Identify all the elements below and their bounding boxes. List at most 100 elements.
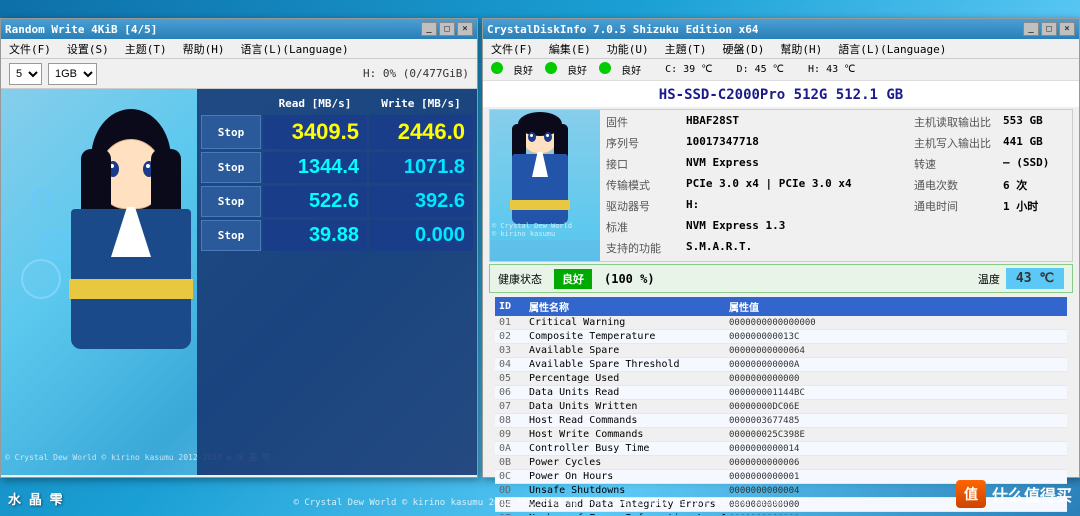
- smart-id-1: 02: [495, 330, 525, 344]
- cdm-read-1: 3409.5: [263, 115, 367, 149]
- cdi-close-btn[interactable]: ×: [1059, 22, 1075, 36]
- cdi-menubar: 文件(F) 編集(E) 功能(U) 主題(T) 硬盤(D) 幫助(H) 語言(L…: [483, 39, 1079, 59]
- cdm-header-row: Read [MB/s] Write [MB/s]: [201, 95, 473, 112]
- cdm-menu-file[interactable]: 文件(F): [5, 39, 55, 59]
- smart-id-10: 0B: [495, 456, 525, 470]
- cdi-copyright: © Crystal Dew World© kirino kasumu: [492, 222, 572, 238]
- health-indicators-row: 良好 良好 良好 C: 39 ℃ D: 45 ℃ H: 43 ℃: [483, 59, 1079, 81]
- cdi-window: CrystalDiskInfo 7.0.5 Shizuku Edition x6…: [482, 18, 1080, 478]
- cdi-menu-theme[interactable]: 主題(T): [661, 39, 711, 59]
- smart-id-11: 0C: [495, 470, 525, 484]
- smart-row-4: 05 Percentage Used 0000000000000: [495, 372, 1067, 386]
- drive-title: HS-SSD-C2000Pro 512G 512.1 GB: [483, 81, 1079, 107]
- minimize-button[interactable]: _: [421, 22, 437, 36]
- smart-name-0: Critical Warning: [525, 316, 725, 330]
- smart-row-14: 0F Number of Error Information Log Entri…: [495, 512, 1067, 516]
- health-status-bar: 健康状态 良好 (100 %) 温度 43 ℃: [489, 264, 1073, 293]
- spec-row-serial: 序列号 10017347718 主机写入输出比 441 GB: [600, 133, 1072, 154]
- cdm-window: Random Write 4KiB [4/5] _ □ × 文件(F) 设置(S…: [0, 18, 478, 478]
- cdm-stop-btn-3[interactable]: Stop: [201, 186, 261, 217]
- smart-row-5: 06 Data Units Read 000000001144BC: [495, 386, 1067, 400]
- cdm-write-1: 2446.0: [369, 115, 473, 149]
- drive-label-d: D:: [737, 64, 755, 75]
- smart-id-8: 09: [495, 428, 525, 442]
- smart-value-3: 000000000000A: [725, 358, 1067, 372]
- smart-value-1: 000000000013C: [725, 330, 1067, 344]
- smart-id-9: 0A: [495, 442, 525, 456]
- cdi-menu-file[interactable]: 文件(F): [487, 39, 537, 59]
- smart-col-id: ID: [495, 297, 525, 316]
- cdm-body: © Crystal Dew World © kirino kasumu 2012…: [1, 89, 477, 475]
- cdi-maximize-btn[interactable]: □: [1041, 22, 1057, 36]
- spec-label-drive: 驱动器号: [600, 196, 680, 217]
- cdm-stop-btn-4[interactable]: Stop: [201, 220, 261, 251]
- smart-name-14: Number of Error Information Log Entries: [525, 512, 725, 516]
- health-good-2: 良好: [545, 62, 587, 77]
- cdi-menu-func[interactable]: 功能(U): [603, 39, 653, 59]
- size-select[interactable]: 1GB: [48, 63, 97, 85]
- cdi-menu-help[interactable]: 幫助(H): [776, 39, 826, 59]
- spec-row-interface: 接口 NVM Express 转速 — (SSD): [600, 154, 1072, 175]
- cdm-menu-settings[interactable]: 设置(S): [63, 39, 113, 59]
- smart-row-1: 02 Composite Temperature 000000000013C: [495, 330, 1067, 344]
- smart-row-7: 08 Host Read Commands 0000003677485: [495, 414, 1067, 428]
- temp-c: 39 ℃: [683, 64, 712, 75]
- spec-label-powertime: 通电时间: [908, 196, 997, 217]
- smart-id-3: 04: [495, 358, 525, 372]
- titlebar-buttons: _ □ ×: [421, 22, 473, 36]
- spec-label-features: 支持的功能: [600, 238, 680, 259]
- spec-row-firmware: 固件 HBAF28ST 主机读取输出比 553 GB: [600, 112, 1072, 133]
- spec-row-drive: 驱动器号 H: 通电时间 1 小时: [600, 196, 1072, 217]
- smart-row-3: 04 Available Spare Threshold 00000000000…: [495, 358, 1067, 372]
- close-button[interactable]: ×: [457, 22, 473, 36]
- smart-name-1: Composite Temperature: [525, 330, 725, 344]
- smart-id-2: 03: [495, 344, 525, 358]
- cdm-stop-btn-1[interactable]: Stop: [201, 115, 261, 149]
- cdm-menu-theme[interactable]: 主题(T): [121, 39, 171, 59]
- drive-label-h: H:: [808, 64, 826, 75]
- cdi-menu-edit[interactable]: 編集(E): [545, 39, 595, 59]
- smbuy-badge: 值: [956, 480, 986, 508]
- smart-row-2: 03 Available Spare 00000000000064: [495, 344, 1067, 358]
- cdm-stop-btn-2[interactable]: Stop: [201, 152, 261, 183]
- cdm-read-3: 522.6: [263, 186, 367, 217]
- cdm-toolbar: 5 1GB H: 0% (0/477GiB): [1, 59, 477, 89]
- cdm-menu-language[interactable]: 语言(L)(Language): [237, 39, 353, 59]
- smart-row-6: 07 Data Units Written 00000000DC06E: [495, 400, 1067, 414]
- cdi-minimize-btn[interactable]: _: [1023, 22, 1039, 36]
- smart-name-2: Available Spare: [525, 344, 725, 358]
- health-good-1: 良好: [491, 62, 533, 77]
- cdi-menu-language[interactable]: 語言(L)(Language): [834, 39, 950, 59]
- health-status-label: 健康状态: [498, 271, 542, 287]
- spec-val-write: 441 GB: [997, 133, 1072, 154]
- cdm-row-4: Stop 39.88 0.000: [201, 220, 473, 251]
- cdm-menu-help[interactable]: 帮助(H): [179, 39, 229, 59]
- smart-value-2: 00000000000064: [725, 344, 1067, 358]
- spec-row-transfer: 传输模式 PCIe 3.0 x4 | PCIe 3.0 x4 通电次数 6 次: [600, 175, 1072, 196]
- smart-value-10: 0000000000006: [725, 456, 1067, 470]
- cdm-table-overlay: Read [MB/s] Write [MB/s] Stop 3409.5 244…: [197, 89, 477, 475]
- spec-row-standard: 标准 NVM Express 1.3: [600, 217, 1072, 238]
- smart-id-4: 05: [495, 372, 525, 386]
- spec-val-firmware: HBAF28ST: [680, 112, 908, 133]
- smart-value-6: 00000000DC06E: [725, 400, 1067, 414]
- spec-label-interface: 接口: [600, 154, 680, 175]
- smart-name-7: Host Read Commands: [525, 414, 725, 428]
- spec-val-powercount: 6 次: [997, 175, 1072, 196]
- health-dot-1: [491, 62, 503, 74]
- smart-name-3: Available Spare Threshold: [525, 358, 725, 372]
- spec-label-rpm: 转速: [908, 154, 997, 175]
- maximize-button[interactable]: □: [439, 22, 455, 36]
- temp-d: 45 ℃: [755, 64, 784, 75]
- cdm-write-3: 392.6: [369, 186, 473, 217]
- cdi-menu-disk[interactable]: 硬盤(D): [719, 39, 769, 59]
- spec-val-standard: NVM Express 1.3: [680, 217, 1072, 238]
- spec-val-transfer: PCIe 3.0 x4 | PCIe 3.0 x4: [680, 175, 908, 196]
- smart-value-9: 0000000000014: [725, 442, 1067, 456]
- spec-val-features: S.M.A.R.T.: [680, 238, 1072, 259]
- count-select[interactable]: 5: [9, 63, 42, 85]
- cdm-title: Random Write 4KiB [4/5]: [5, 23, 157, 36]
- spec-label-standard: 标准: [600, 217, 680, 238]
- cdm-row-2: Stop 1344.4 1071.8: [201, 152, 473, 183]
- spec-row-features: 支持的功能 S.M.A.R.T.: [600, 238, 1072, 259]
